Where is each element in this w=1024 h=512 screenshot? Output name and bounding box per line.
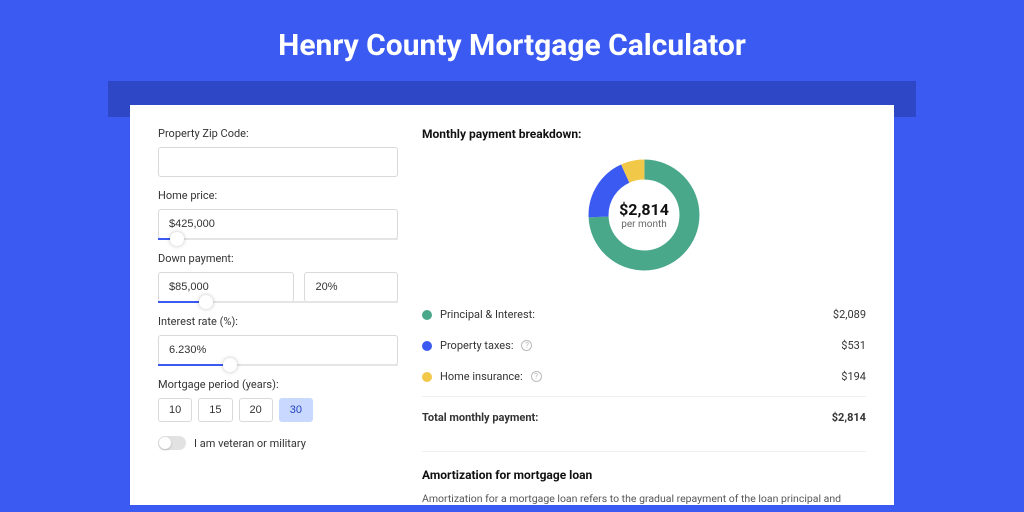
- home-price-slider[interactable]: [158, 238, 398, 240]
- period-button-20[interactable]: 20: [239, 398, 273, 422]
- breakdown-value: $531: [841, 339, 866, 352]
- down-payment-slider[interactable]: [158, 301, 398, 303]
- breakdown-row: Home insurance:? $194: [422, 361, 866, 392]
- amortization-text: Amortization for a mortgage loan refers …: [422, 492, 866, 505]
- period-group: Mortgage period (years): 1015 2030: [158, 378, 398, 422]
- rate-input[interactable]: [158, 335, 398, 365]
- veteran-label: I am veteran or military: [194, 437, 306, 450]
- rate-slider[interactable]: [158, 364, 398, 366]
- down-payment-group: Down payment:: [158, 252, 398, 303]
- breakdown-label: Home insurance:: [440, 370, 523, 383]
- info-icon[interactable]: ?: [531, 371, 542, 382]
- donut-sub: per month: [621, 219, 667, 230]
- donut-wrap: $2,814 per month: [422, 155, 866, 275]
- legend-dot: [422, 341, 432, 351]
- zip-input[interactable]: [158, 147, 398, 177]
- veteran-row: I am veteran or military: [158, 436, 398, 450]
- veteran-toggle[interactable]: [158, 436, 186, 450]
- total-label: Total monthly payment:: [422, 411, 538, 424]
- toggle-knob: [159, 437, 171, 449]
- home-price-label: Home price:: [158, 189, 398, 202]
- legend-dot: [422, 310, 432, 320]
- period-button-10[interactable]: 10: [158, 398, 192, 422]
- down-payment-label: Down payment:: [158, 252, 398, 265]
- breakdown-label: Principal & Interest:: [440, 308, 535, 321]
- amortization-title: Amortization for mortgage loan: [422, 468, 866, 482]
- donut-amount: $2,814: [619, 200, 669, 219]
- period-button-15[interactable]: 15: [198, 398, 232, 422]
- calculator-card: Property Zip Code: Home price: Down paym…: [130, 105, 894, 505]
- breakdown-title: Monthly payment breakdown:: [422, 127, 866, 141]
- home-price-group: Home price:: [158, 189, 398, 240]
- amortization-section: Amortization for mortgage loan Amortizat…: [422, 451, 866, 505]
- info-icon[interactable]: ?: [521, 340, 532, 351]
- zip-label: Property Zip Code:: [158, 127, 398, 140]
- payment-donut-chart: $2,814 per month: [584, 155, 704, 275]
- period-row: 1015 2030: [158, 398, 398, 422]
- rate-group: Interest rate (%):: [158, 315, 398, 366]
- legend-dot: [422, 372, 432, 382]
- period-label: Mortgage period (years):: [158, 378, 398, 391]
- breakdown-value: $2,089: [833, 308, 866, 321]
- slider-thumb[interactable]: [199, 295, 213, 309]
- breakdown-row: Principal & Interest: $2,089: [422, 299, 866, 330]
- total-row: Total monthly payment: $2,814: [422, 396, 866, 433]
- results-column: Monthly payment breakdown: $2,814 per mo…: [422, 127, 866, 505]
- breakdown-value: $194: [841, 370, 866, 383]
- rate-label: Interest rate (%):: [158, 315, 398, 328]
- zip-group: Property Zip Code:: [158, 127, 398, 177]
- slider-thumb[interactable]: [223, 358, 237, 372]
- down-payment-pct-input[interactable]: [304, 272, 398, 302]
- breakdown-row: Property taxes:? $531: [422, 330, 866, 361]
- breakdown-label: Property taxes:: [440, 339, 513, 352]
- donut-center: $2,814 per month: [584, 155, 704, 275]
- period-button-30[interactable]: 30: [279, 398, 313, 422]
- slider-fill: [158, 364, 230, 366]
- slider-thumb[interactable]: [170, 232, 184, 246]
- home-price-input[interactable]: [158, 209, 398, 239]
- inputs-column: Property Zip Code: Home price: Down paym…: [158, 127, 398, 505]
- total-value: $2,814: [832, 411, 866, 424]
- down-payment-amount-input[interactable]: [158, 272, 294, 302]
- page-title: Henry County Mortgage Calculator: [0, 0, 1024, 81]
- breakdown-list: Principal & Interest: $2,089 Property taxe…: [422, 299, 866, 433]
